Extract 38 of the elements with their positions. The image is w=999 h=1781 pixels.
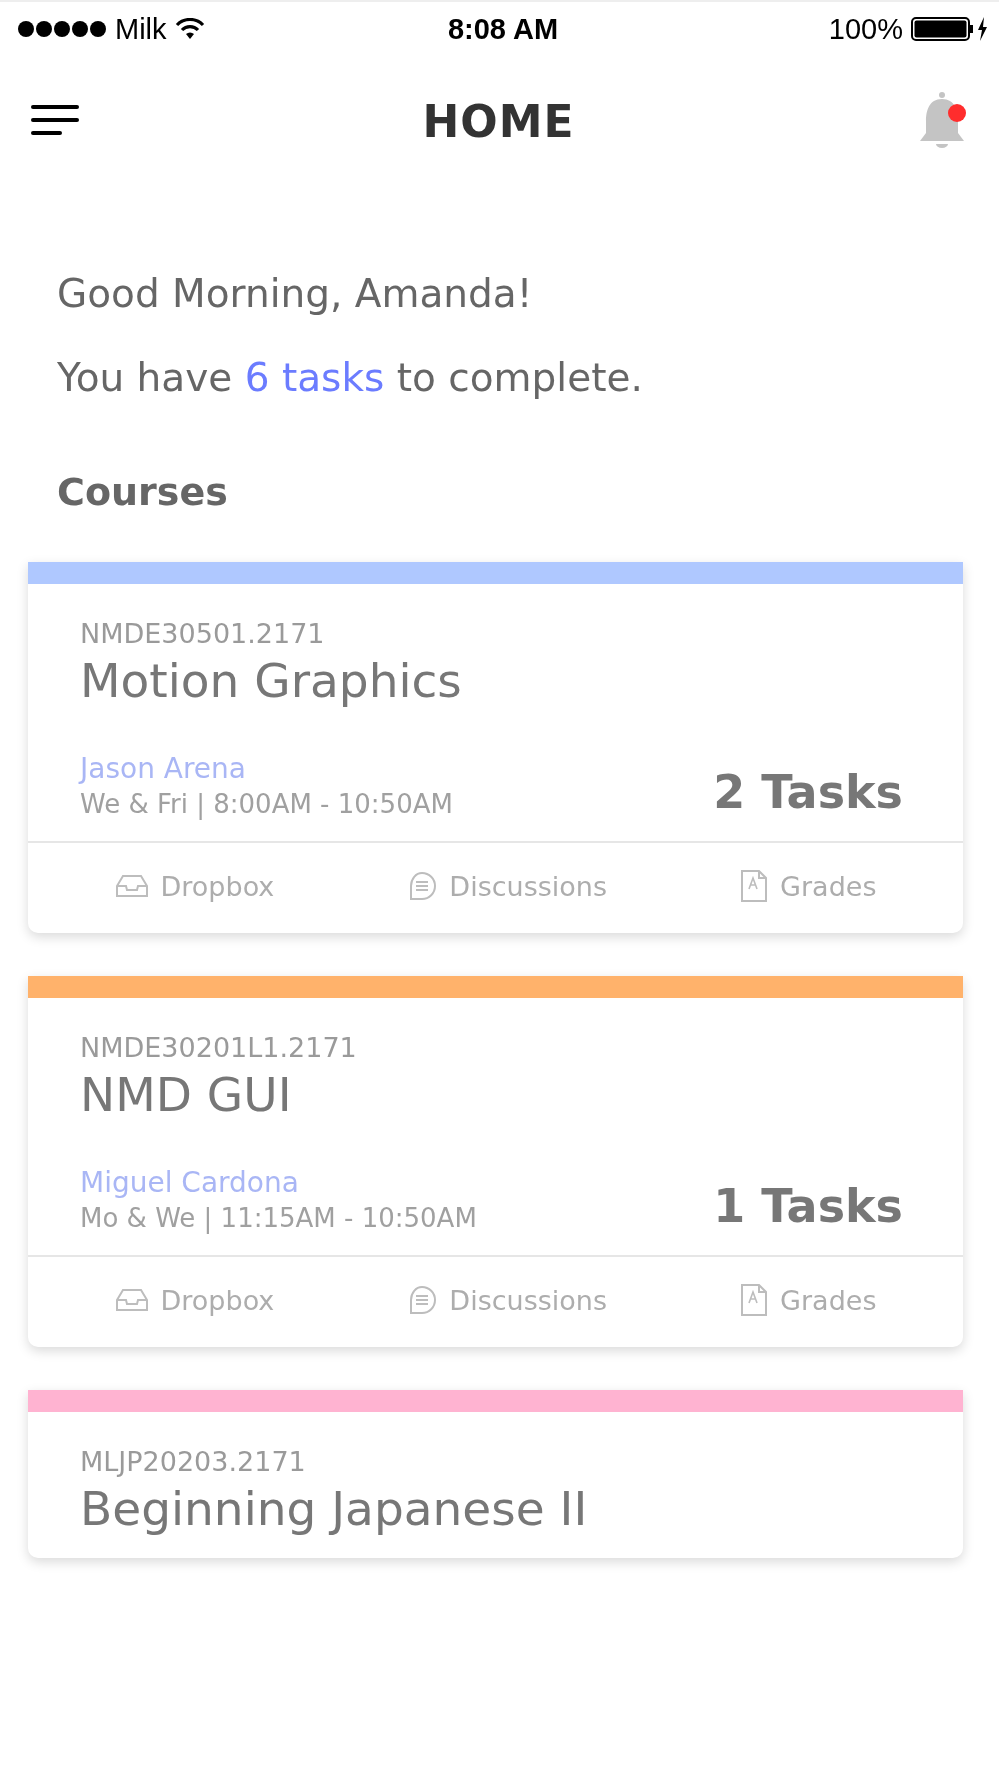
course-code: NMDE30201L1.2171 [80, 1032, 358, 1063]
wifi-icon [174, 18, 205, 40]
instructor-link[interactable]: Jason Arena [80, 752, 453, 785]
section-heading: Courses [57, 470, 229, 514]
status-time: 8:08 AM [447, 12, 559, 46]
course-title: NMD GUI [80, 1067, 293, 1122]
course-action-button[interactable]: Grades [732, 1277, 885, 1323]
course-action-button[interactable]: Discussions [399, 1277, 615, 1323]
task-count: 1 Tasks [713, 1179, 903, 1233]
chat-bubble-icon [407, 871, 438, 901]
course-code: NMDE30501.2171 [80, 618, 326, 649]
course-schedule: Mo & We | 11:15AM - 10:50AM [80, 1203, 477, 1233]
inbox-tray-icon [114, 874, 149, 898]
course-action-button[interactable]: Dropbox [106, 1277, 283, 1323]
chat-bubble-icon [407, 1285, 438, 1315]
battery-charging-icon [911, 16, 989, 42]
signal-dots-icon [17, 20, 107, 38]
tasks-link[interactable]: 6 tasks [244, 355, 385, 400]
document-icon [740, 869, 769, 903]
course-schedule: We & Fri | 8:00AM - 10:50AM [80, 789, 453, 819]
carrier-name: Milk [115, 12, 167, 46]
greeting-text: Good Morning, Amanda! [57, 270, 534, 318]
course-title: Motion Graphics [80, 653, 463, 708]
page-title: HOME [422, 95, 575, 147]
instructor-link[interactable]: Miguel Cardona [80, 1166, 477, 1199]
course-action-button[interactable]: Grades [732, 863, 885, 909]
inbox-tray-icon [114, 1288, 149, 1312]
course-card[interactable]: NMDE30201L1.2171 NMD GUI Miguel Cardona Mo & We | 11:15AM - 10:50AM 1 Tasks Dropbox Discussions Grades [28, 976, 963, 1347]
course-card[interactable]: NMDE30501.2171 Motion Graphics Jason Arena We & Fri | 8:00AM - 10:50AM 2 Tasks Dropbox Discussions Grades [28, 562, 963, 933]
battery-percent: 100% [828, 12, 903, 46]
course-card[interactable]: MLJP20203.2171 Beginning Japanese II [28, 1390, 963, 1558]
document-icon [740, 1283, 769, 1317]
course-code: MLJP20203.2171 [80, 1446, 307, 1477]
course-action-button[interactable]: Discussions [399, 863, 615, 909]
task-count: 2 Tasks [713, 765, 903, 819]
course-action-button[interactable]: Dropbox [106, 863, 283, 909]
tasks-summary-text: You have 6 tasks to complete. [57, 354, 644, 402]
course-title: Beginning Japanese II [80, 1481, 589, 1536]
